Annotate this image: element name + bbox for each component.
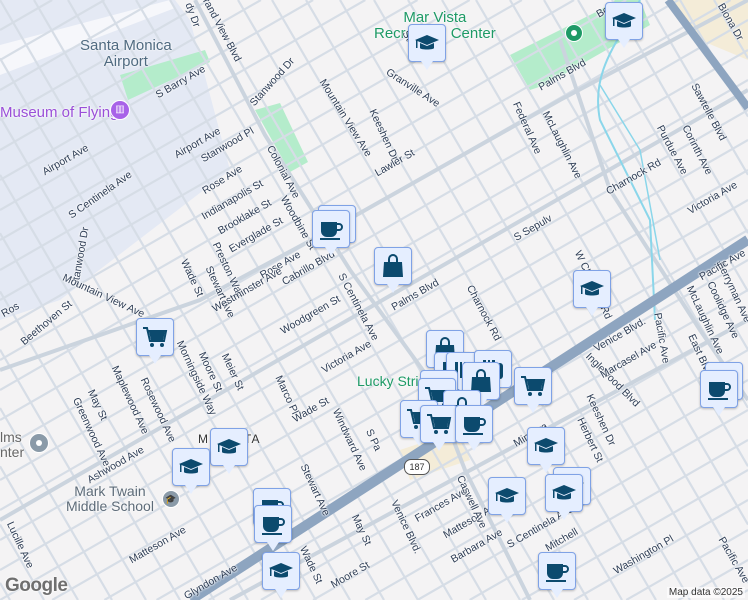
- museum-pin-icon[interactable]: ▥: [110, 100, 130, 120]
- graduation-cap-icon: [217, 439, 241, 454]
- school-label-line2: Middle School: [66, 498, 154, 514]
- coffee-icon: [320, 222, 343, 240]
- graduation-cap-icon: [495, 488, 519, 503]
- graduation-cap-icon: [612, 13, 636, 28]
- coffee-icon: [708, 382, 731, 400]
- school-label-line1: Mark Twain: [74, 483, 146, 499]
- map-marker-shopping-cart[interactable]: [420, 405, 458, 451]
- airport-label-line2: Airport: [103, 53, 148, 70]
- palms-center-line1: lms: [0, 429, 22, 445]
- map-marker-coffee[interactable]: [700, 370, 738, 416]
- coffee-icon: [262, 517, 285, 535]
- coffee-icon: [546, 564, 569, 582]
- map-marker-graduation-cap[interactable]: [262, 552, 300, 598]
- map-marker-graduation-cap[interactable]: [545, 474, 583, 520]
- graduation-cap-icon: [552, 485, 576, 500]
- map-marker-graduation-cap[interactable]: [408, 24, 446, 70]
- map-marker-coffee[interactable]: [538, 552, 576, 598]
- map-marker-shopping-cart[interactable]: [136, 318, 174, 364]
- shopping-cart-icon: [143, 327, 168, 347]
- map-marker-graduation-cap[interactable]: [573, 270, 611, 316]
- map-marker-coffee[interactable]: [312, 210, 350, 256]
- map-marker-graduation-cap[interactable]: [605, 2, 643, 48]
- graduation-cap-icon: [534, 438, 558, 453]
- palms-center-label: lms nter: [0, 430, 24, 460]
- school-pin-icon[interactable]: 🎓: [162, 490, 180, 508]
- map-marker-shopping-bag[interactable]: [374, 247, 412, 293]
- map-marker-coffee[interactable]: [455, 405, 493, 451]
- graduation-cap-icon: [269, 563, 293, 578]
- map-marker-graduation-cap[interactable]: [527, 427, 565, 473]
- school-label[interactable]: Mark Twain Middle School: [66, 484, 154, 514]
- airport-label: Santa Monica Airport: [80, 38, 172, 70]
- place-pin-icon[interactable]: [29, 433, 49, 453]
- airport-label-line1: Santa Monica: [80, 37, 172, 54]
- google-logo: Google: [5, 575, 68, 596]
- route-shield: 187: [404, 459, 430, 475]
- shopping-cart-icon: [427, 414, 452, 434]
- coffee-icon: [463, 417, 486, 435]
- shopping-bag-icon: [383, 254, 403, 277]
- graduation-cap-icon: [580, 281, 604, 296]
- museum-label[interactable]: Museum of Flying: [0, 105, 118, 121]
- map-marker-coffee[interactable]: [254, 505, 292, 551]
- map-attribution[interactable]: Map data ©2025: [666, 587, 745, 598]
- shopping-cart-icon: [521, 376, 546, 396]
- map-marker-shopping-cart[interactable]: [514, 367, 552, 413]
- map-marker-graduation-cap[interactable]: [210, 428, 248, 474]
- map-canvas[interactable]: Santa Monica Airport Museum of Flying ▥ …: [0, 0, 748, 600]
- map-marker-graduation-cap[interactable]: [488, 477, 526, 523]
- map-marker-graduation-cap[interactable]: [172, 448, 210, 494]
- lucky-strike-label[interactable]: Lucky Stri: [357, 373, 418, 389]
- palms-center-line2: nter: [0, 444, 25, 460]
- graduation-cap-icon: [415, 35, 439, 50]
- park-pin-icon[interactable]: [565, 24, 583, 42]
- graduation-cap-icon: [179, 459, 203, 474]
